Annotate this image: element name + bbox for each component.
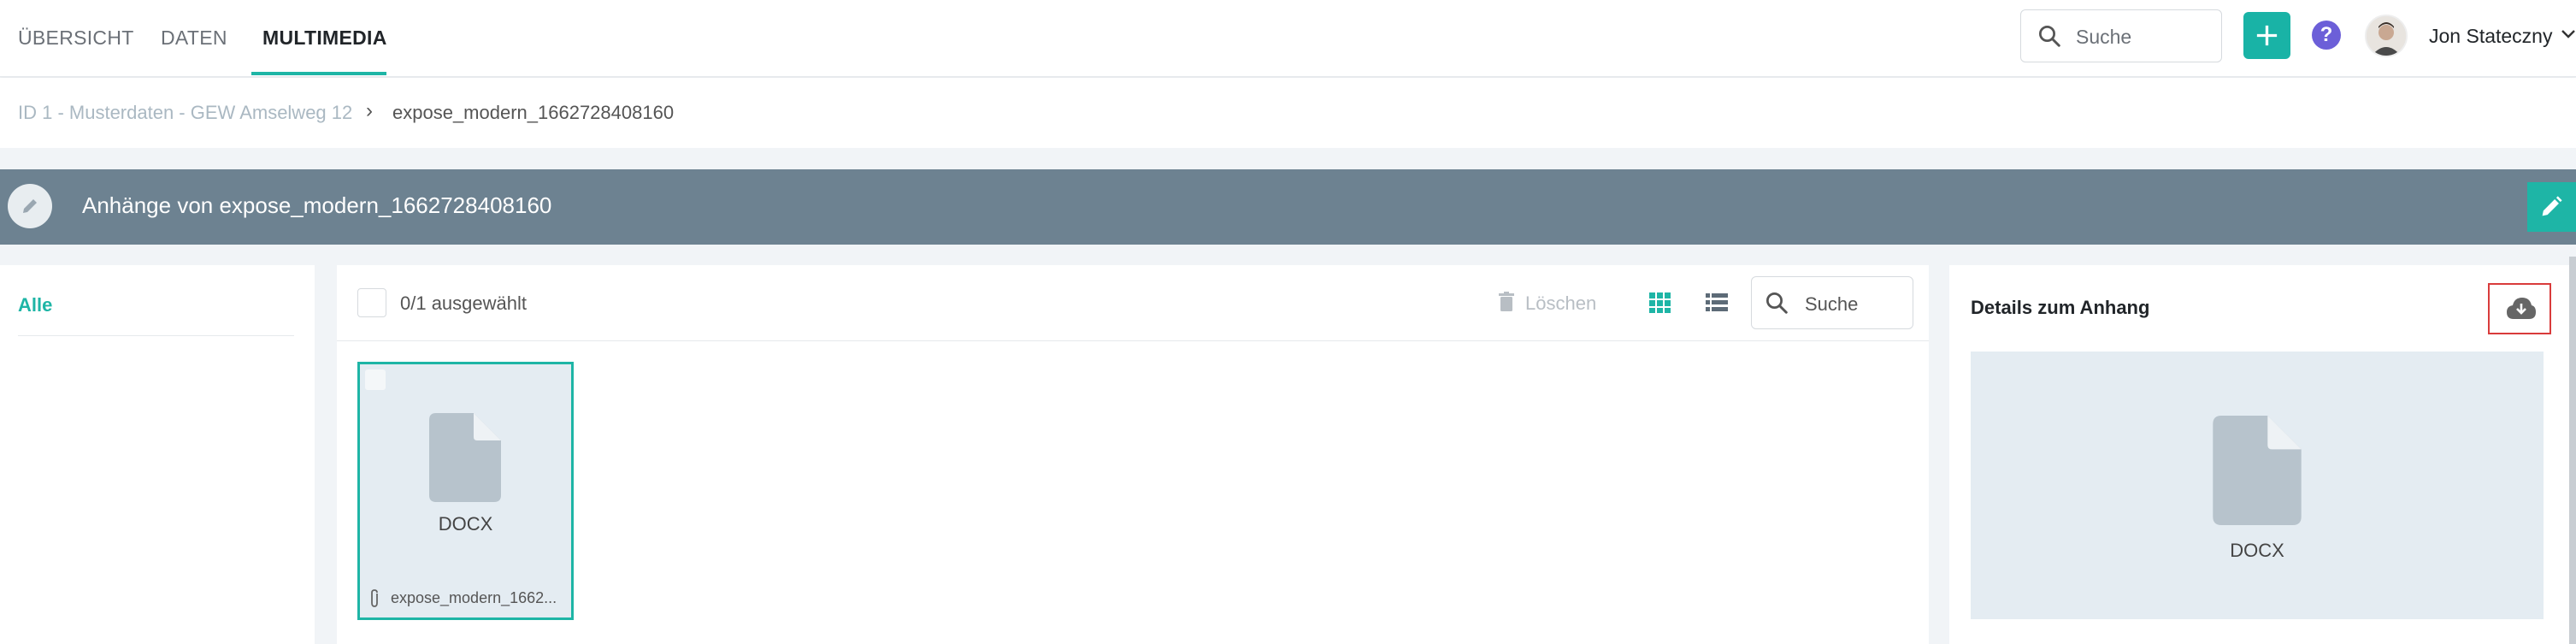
breadcrumb: ID 1 - Musterdaten - GEW Amselweg 12 › e… — [0, 78, 2576, 148]
attachment-preview: DOCX — [1971, 352, 2544, 619]
file-name: expose_modern_1662... — [391, 589, 557, 606]
divider — [18, 335, 294, 336]
cloud-download-icon — [2507, 298, 2536, 319]
breadcrumb-separator: › — [366, 99, 373, 122]
tab-uebersicht[interactable]: ÜBERSICHT — [18, 0, 134, 77]
filter-sidebar: Alle — [0, 265, 315, 644]
pencil-icon — [2542, 196, 2562, 216]
trash-icon — [1499, 292, 1514, 311]
list-view-icon[interactable] — [1705, 291, 1729, 315]
divider — [337, 340, 1929, 341]
search-icon — [1766, 292, 1788, 314]
file-card-checkbox[interactable] — [365, 369, 386, 390]
file-card-footer: expose_modern_1662... — [360, 579, 571, 617]
chevron-down-icon[interactable] — [2561, 27, 2576, 41]
avatar[interactable] — [2365, 15, 2408, 57]
filter-all[interactable]: Alle — [18, 294, 52, 316]
global-search-placeholder: Suche — [2076, 26, 2132, 48]
file-list-panel: 0/1 ausgewählt Löschen Suche DOCX expose… — [337, 265, 1929, 644]
attachment-details-panel: Details zum Anhang DOCX — [1949, 265, 2569, 644]
document-icon — [429, 413, 501, 502]
breadcrumb-parent-link[interactable]: ID 1 - Musterdaten - GEW Amselweg 12 — [18, 102, 352, 124]
file-card[interactable]: DOCX expose_modern_1662... — [357, 362, 574, 620]
global-search-input[interactable]: Suche — [2020, 9, 2222, 62]
search-icon — [2039, 26, 2060, 47]
delete-button[interactable]: Löschen — [1498, 292, 1596, 315]
tab-daten[interactable]: DATEN — [161, 0, 227, 77]
add-button[interactable] — [2243, 12, 2290, 59]
file-type-label: DOCX — [438, 513, 493, 535]
top-navigation: ÜBERSICHT DATEN MULTIMEDIA Suche ? Jon S… — [0, 0, 2576, 77]
page-title: Anhänge von expose_modern_1662728408160 — [82, 192, 552, 218]
help-button[interactable]: ? — [2312, 21, 2341, 50]
paperclip-icon — [371, 589, 378, 607]
file-search-placeholder: Suche — [1805, 293, 1859, 315]
document-icon — [2213, 416, 2302, 525]
edit-circle-button[interactable] — [8, 184, 52, 228]
attachments-header: Anhänge von expose_modern_1662728408160 — [0, 169, 2576, 245]
breadcrumb-current: expose_modern_1662728408160 — [392, 102, 675, 123]
user-name[interactable]: Jon Stateczny — [2429, 25, 2552, 48]
plus-icon — [2256, 25, 2278, 46]
selection-count: 0/1 ausgewählt — [400, 292, 527, 314]
grid-view-icon[interactable] — [1648, 291, 1672, 315]
file-search-input[interactable]: Suche — [1751, 276, 1913, 329]
select-all-checkbox[interactable] — [357, 288, 386, 317]
details-title: Details zum Anhang — [1971, 297, 2150, 318]
active-tab-indicator — [251, 72, 386, 75]
download-button[interactable] — [2488, 283, 2551, 334]
user-avatar-icon — [2367, 16, 2406, 56]
preview-file-type: DOCX — [2230, 540, 2284, 561]
scrollbar[interactable] — [2569, 257, 2576, 644]
pencil-icon — [23, 199, 37, 213]
edit-button[interactable] — [2527, 182, 2576, 232]
delete-label: Löschen — [1525, 292, 1597, 314]
tab-multimedia[interactable]: MULTIMEDIA — [262, 0, 387, 77]
